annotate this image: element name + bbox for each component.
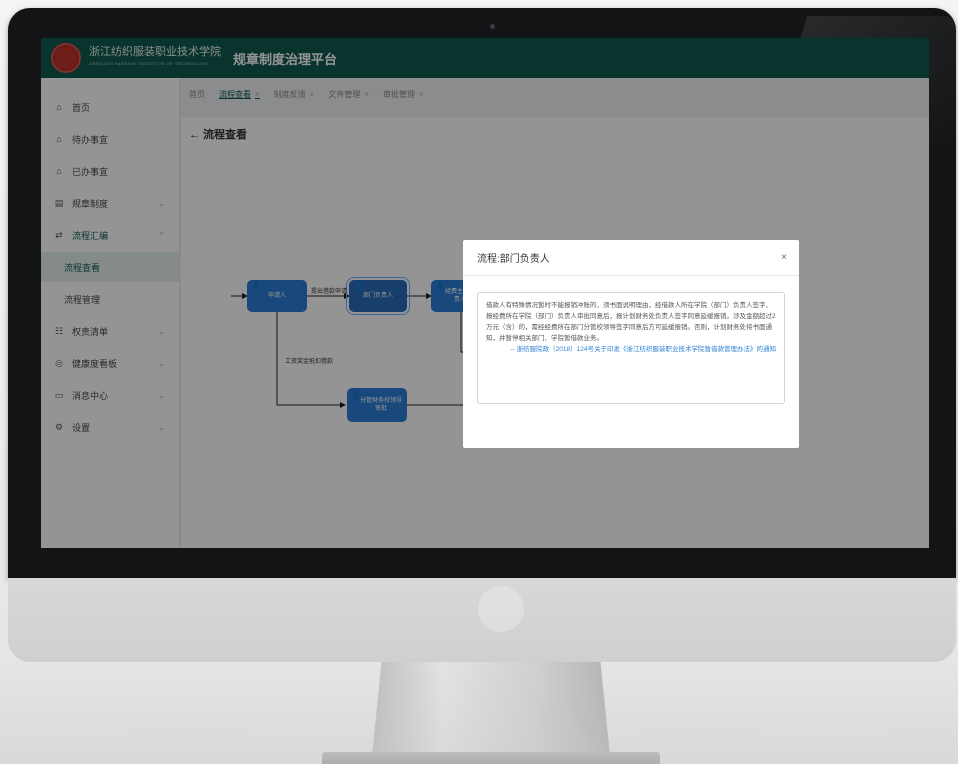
apple-logo-icon bbox=[478, 586, 524, 632]
dialog-body: 借款人有特殊情况暂时不能报销冲账的，须书面说明理由，经借款人所在学院（部门）负责… bbox=[477, 292, 785, 404]
app-screen: 浙江纺织服装职业技术学院 ZHEJIANG FASHION INSTITUTE … bbox=[41, 38, 929, 548]
background-ground bbox=[0, 662, 958, 764]
dialog-text: 借款人有特殊情况暂时不能报销冲账的，须书面说明理由，经借款人所在学院（部门）负责… bbox=[486, 302, 776, 342]
camera-icon bbox=[490, 24, 495, 29]
close-icon[interactable]: × bbox=[781, 252, 787, 263]
dialog-title: 流程:部门负责人 bbox=[477, 254, 550, 265]
flow-step-dialog: 流程:部门负责人 × 借款人有特殊情况暂时不能报销冲账的，须书面说明理由，经借款… bbox=[463, 240, 799, 448]
monitor-chin bbox=[8, 578, 956, 662]
regulation-source-link[interactable]: -- 浙纺服院政〔2018〕124号关于印发《浙江纺织服装职业技术学院暂借款管理… bbox=[486, 344, 776, 355]
dialog-header: 流程:部门负责人 × bbox=[463, 240, 799, 276]
